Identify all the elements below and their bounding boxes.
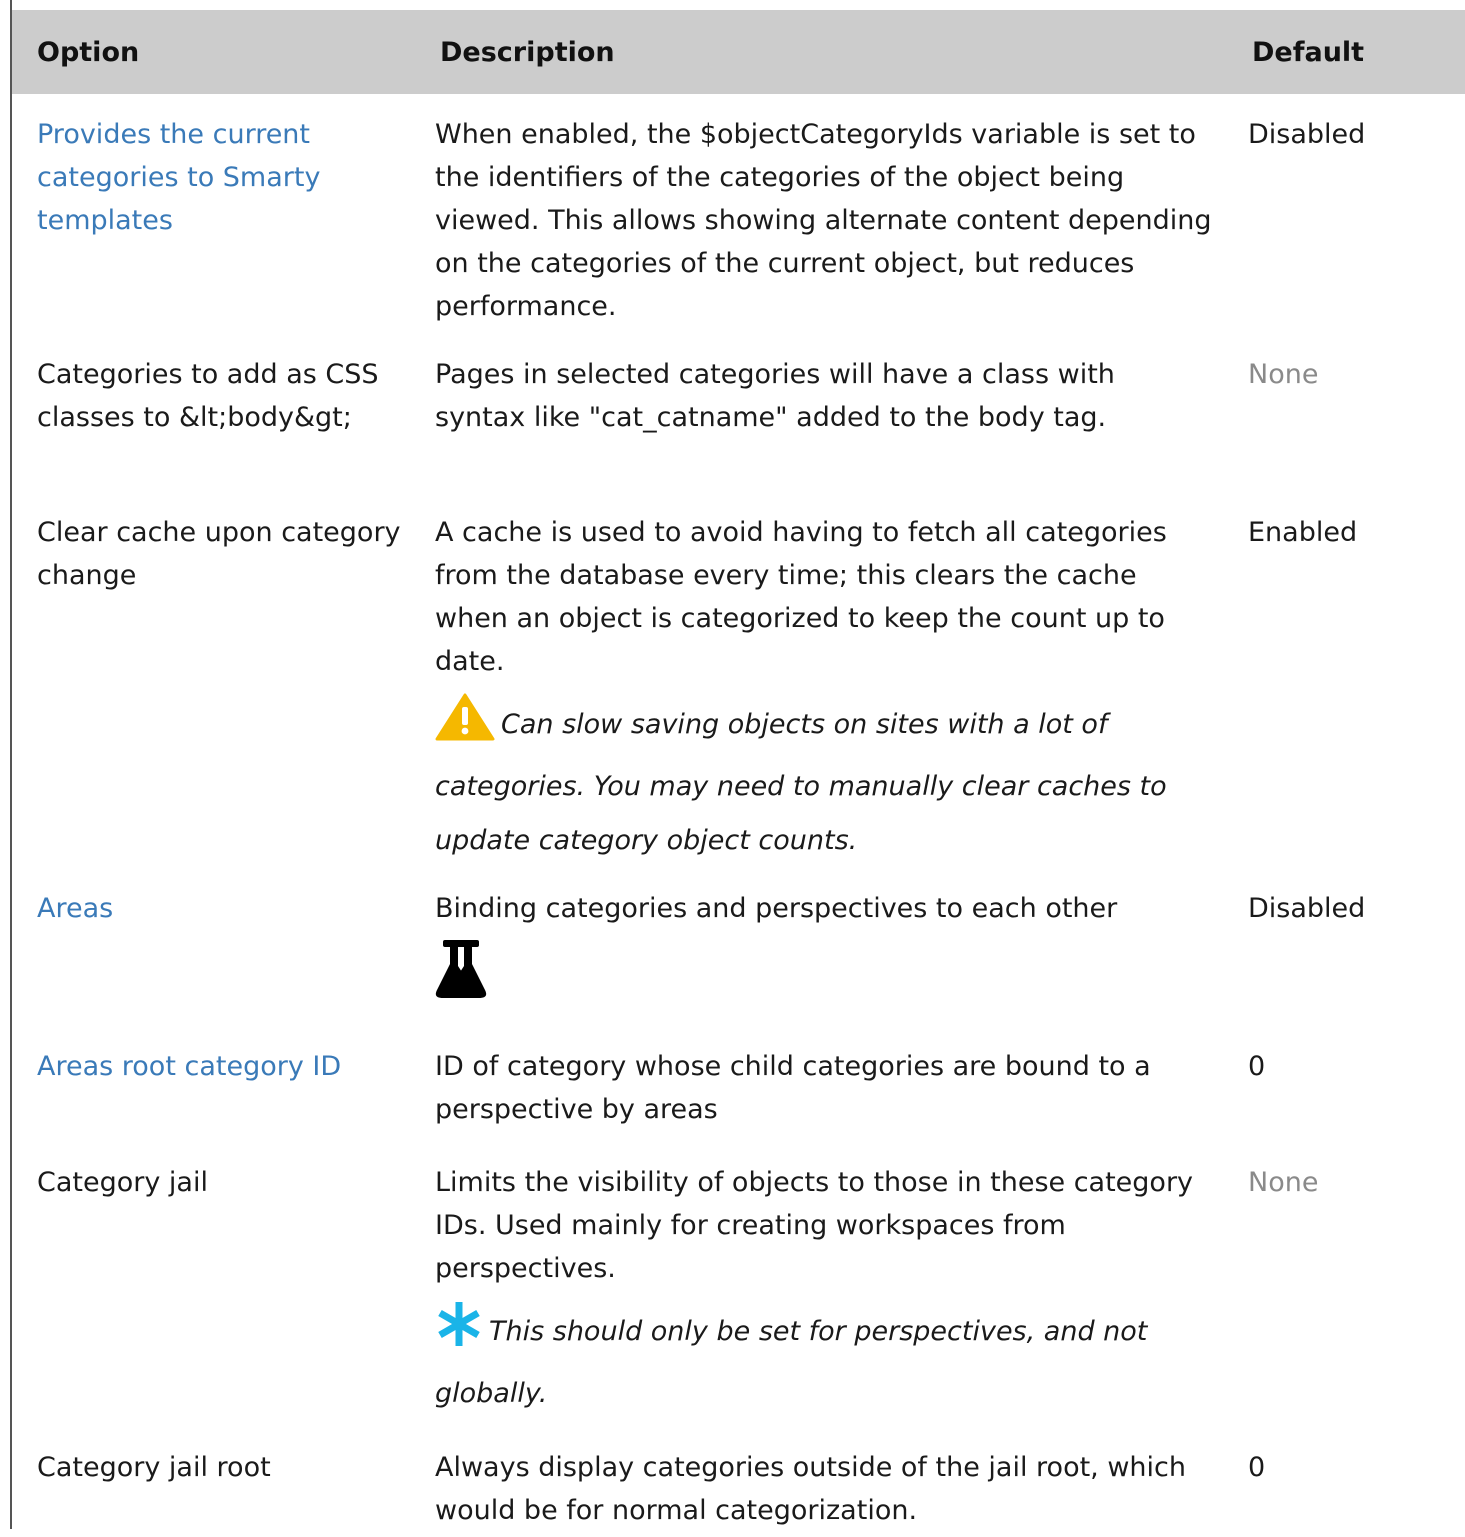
options-table: Option Description Default Provides the … — [12, 10, 1465, 1537]
table-header-row: Option Description Default — [12, 10, 1465, 94]
header-description: Description — [440, 36, 615, 68]
option-default: 0 — [1248, 1452, 1266, 1483]
option-default: None — [1248, 359, 1319, 390]
option-default: Disabled — [1248, 119, 1366, 150]
info-note: This should only be set for perspectives… — [435, 1300, 1213, 1421]
asterisk-icon — [435, 1300, 483, 1367]
table-row: Categories to add as CSS classes to &lt;… — [12, 334, 1465, 492]
warning-note: Can slow saving objects on sites with a … — [435, 693, 1213, 868]
option-description: Limits the visibility of objects to thos… — [435, 1167, 1194, 1284]
info-note-text: This should only be set for perspectives… — [435, 1316, 1148, 1409]
flask-icon — [435, 940, 1213, 1011]
option-default: Disabled — [1248, 893, 1366, 924]
header-default: Default — [1252, 36, 1365, 68]
options-table-container: Option Description Default Provides the … — [12, 10, 1465, 1537]
option-name: Category jail root — [37, 1452, 271, 1483]
option-link[interactable]: Areas — [37, 893, 113, 924]
table-row: Clear cache upon category change A cache… — [12, 492, 1465, 868]
option-default: 0 — [1248, 1051, 1266, 1082]
option-name: Category jail — [37, 1167, 208, 1198]
option-description: Binding categories and perspectives to e… — [435, 893, 1118, 924]
option-description: A cache is used to avoid having to fetch… — [435, 517, 1167, 677]
warning-note-text: Can slow saving objects on sites with a … — [435, 709, 1167, 856]
table-row: Category jail Limits the visibility of o… — [12, 1142, 1465, 1427]
warning-icon — [435, 693, 495, 760]
option-description: When enabled, the $objectCategoryIds var… — [435, 119, 1212, 322]
option-default: Enabled — [1248, 517, 1358, 548]
option-link[interactable]: Provides the current categories to Smart… — [37, 119, 320, 236]
option-link[interactable]: Areas root category ID — [37, 1051, 341, 1082]
table-row: Provides the current categories to Smart… — [12, 94, 1465, 334]
table-row: Areas Binding categories and perspective… — [12, 868, 1465, 1026]
option-description: Pages in selected categories will have a… — [435, 359, 1115, 433]
option-description: Always display categories outside of the… — [435, 1452, 1186, 1526]
table-row: Areas root category ID ID of category wh… — [12, 1026, 1465, 1142]
header-option: Option — [37, 36, 140, 68]
table-row: Category jail root Always display catego… — [12, 1427, 1465, 1537]
option-name: Categories to add as CSS classes to &lt;… — [37, 359, 379, 433]
option-default: None — [1248, 1167, 1319, 1198]
option-name: Clear cache upon category change — [37, 517, 401, 591]
option-description: ID of category whose child categories ar… — [435, 1051, 1151, 1125]
